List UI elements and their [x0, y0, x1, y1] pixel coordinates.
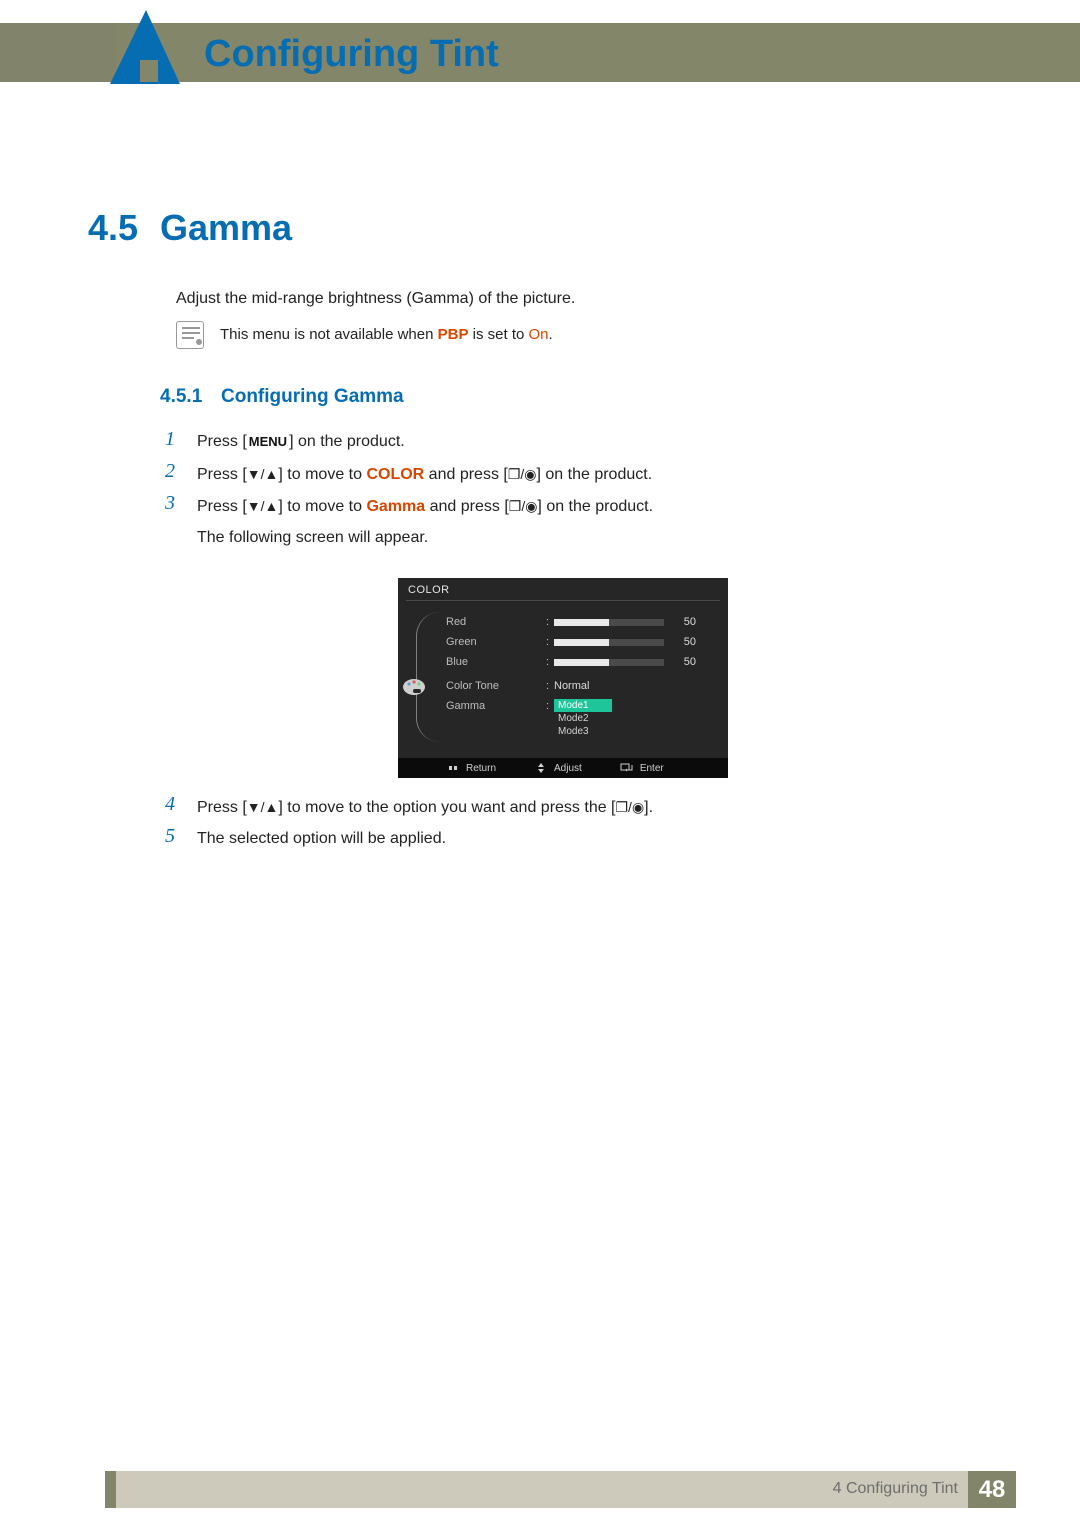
osd-foot-adjust-label: Adjust	[554, 763, 582, 774]
header-band: Configuring Tint	[0, 0, 1080, 82]
arrows-icon: ▼/▲	[247, 799, 279, 815]
header-left-block	[0, 23, 116, 82]
osd-label-red: Red	[446, 616, 546, 628]
step-4-c: ].	[644, 799, 653, 816]
note-mid: is set to	[468, 326, 528, 343]
subsection-number: 4.5.1	[160, 386, 202, 408]
footer-accent	[105, 1471, 116, 1508]
osd-mode1-selected: Mode1	[554, 699, 612, 712]
osd-foot-enter-label: Enter	[640, 763, 664, 774]
enter-icon: ❐/◉	[616, 799, 645, 815]
osd-bar-blue-fill	[554, 659, 609, 666]
osd-bar-red-fill	[554, 619, 609, 626]
osd-mode2: Mode2	[554, 712, 612, 725]
osd-foot-adjust: Adjust	[534, 763, 582, 774]
footer-chapter: 4 Configuring Tint	[833, 1480, 958, 1498]
osd-colon: :	[546, 680, 554, 692]
osd-foot-enter: Enter	[620, 763, 664, 774]
keyword-gamma: Gamma	[366, 498, 425, 515]
step-1-number: 1	[165, 428, 175, 451]
step-4-a: Press [	[197, 799, 247, 816]
osd-screenshot: COLOR Red : 50 Green : 50 Blue : 50 Colo…	[398, 578, 728, 778]
osd-colon: :	[546, 700, 554, 712]
subsection-title: Configuring Gamma	[221, 386, 404, 408]
section-title: Gamma	[160, 207, 292, 249]
enter-icon	[620, 763, 634, 773]
step-1-text: Press [MENU] on the product.	[197, 431, 405, 453]
osd-value-colortone: Normal	[554, 680, 589, 692]
arrows-icon: ▼/▲	[247, 498, 279, 514]
osd-colon: :	[546, 616, 554, 628]
osd-label-green: Green	[446, 636, 546, 648]
step-3-c: and press [	[425, 498, 509, 515]
section-intro: Adjust the mid-range brightness (Gamma) …	[176, 290, 575, 308]
step-3-d: ] on the product.	[537, 498, 653, 515]
footer-page-number: 48	[968, 1471, 1016, 1508]
osd-foot-return-label: Return	[466, 763, 496, 774]
enter-icon: ❐/◉	[508, 466, 537, 482]
note-pbp: PBP	[438, 326, 469, 343]
step-5-text: The selected option will be applied.	[197, 828, 446, 850]
return-icon	[446, 763, 460, 773]
step-3-text: Press [▼/▲] to move to Gamma and press […	[197, 495, 653, 518]
osd-value-green: 50	[664, 636, 698, 648]
adjust-icon	[534, 763, 548, 773]
step-4-text: Press [▼/▲] to move to the option you wa…	[197, 796, 653, 819]
osd-bar-green-fill	[554, 639, 609, 646]
palette-icon	[401, 677, 427, 697]
osd-bar-blue	[554, 659, 664, 666]
step-3-number: 3	[165, 492, 175, 515]
osd-label-colortone: Color Tone	[446, 680, 546, 692]
osd-row-red: Red : 50	[446, 614, 720, 630]
keyword-color: COLOR	[366, 466, 424, 483]
note-post: .	[549, 326, 553, 343]
step-4-number: 4	[165, 793, 175, 816]
osd-value-red: 50	[664, 616, 698, 628]
step-4-b: ] to move to the option you want and pre…	[278, 799, 615, 816]
osd-colon: :	[546, 656, 554, 668]
step-2-number: 2	[165, 460, 175, 483]
step-1-b: ] on the product.	[289, 433, 405, 450]
note-text: This menu is not available when PBP is s…	[220, 326, 553, 343]
osd-mode3: Mode3	[554, 725, 612, 738]
enter-icon: ❐/◉	[509, 498, 538, 514]
osd-foot-return: Return	[446, 763, 496, 774]
step-3-a: Press [	[197, 498, 247, 515]
osd-value-blue: 50	[664, 656, 698, 668]
step-2-a: Press [	[197, 466, 247, 483]
note-icon	[176, 321, 204, 349]
step-1-a: Press [	[197, 433, 247, 450]
osd-rule	[406, 600, 720, 601]
arrows-icon: ▼/▲	[247, 466, 279, 482]
osd-colon: :	[546, 636, 554, 648]
osd-label-gamma: Gamma	[446, 700, 546, 712]
step-3-b: ] to move to	[278, 498, 366, 515]
step-2-c: and press [	[424, 466, 508, 483]
osd-bar-green	[554, 639, 664, 646]
note-pre: This menu is not available when	[220, 326, 438, 343]
osd-footer: Return Adjust Enter	[398, 758, 728, 778]
step-5-number: 5	[165, 825, 175, 848]
step-3-followup: The following screen will appear.	[197, 527, 428, 549]
osd-row-blue: Blue : 50	[446, 654, 720, 670]
section-number: 4.5	[88, 207, 138, 249]
osd-title: COLOR	[408, 584, 450, 596]
note-on: On	[529, 326, 549, 343]
page-title: Configuring Tint	[204, 33, 499, 76]
chapter-number-shape	[110, 10, 180, 84]
osd-bar-red	[554, 619, 664, 626]
step-2-text: Press [▼/▲] to move to COLOR and press […	[197, 463, 652, 486]
osd-row-green: Green : 50	[446, 634, 720, 650]
osd-gamma-modes: Mode1 Mode2 Mode3	[554, 699, 612, 738]
osd-label-blue: Blue	[446, 656, 546, 668]
osd-row-colortone: Color Tone : Normal	[446, 678, 720, 694]
step-2-b: ] to move to	[278, 466, 366, 483]
menu-button-label: MENU	[247, 431, 289, 453]
step-2-d: ] on the product.	[537, 466, 653, 483]
